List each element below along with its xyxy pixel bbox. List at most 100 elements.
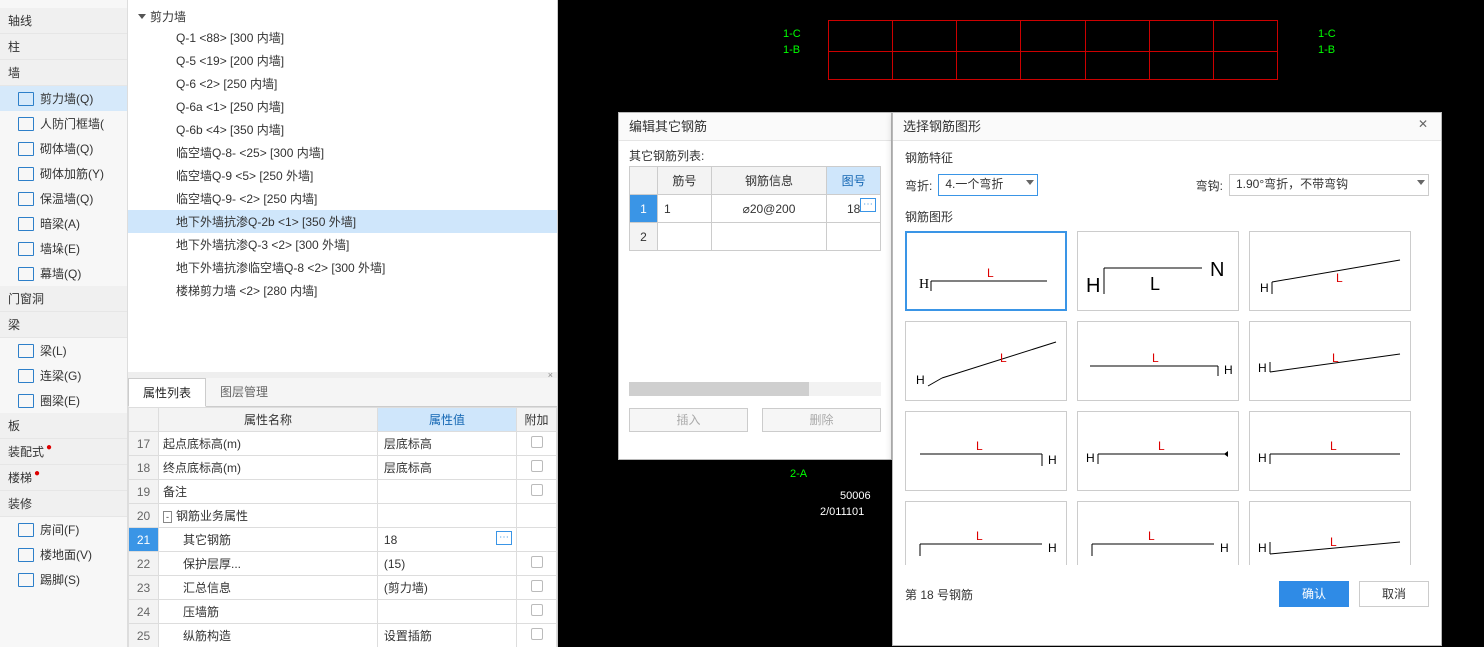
shape-option[interactable]: LH	[1077, 501, 1239, 565]
property-row[interactable]: 18终点底标高(m)层底标高	[129, 456, 557, 480]
sidebar-item-hiddenbeam[interactable]: 暗梁(A)	[0, 211, 127, 236]
chevron-down-icon	[1417, 180, 1425, 185]
prop-tabs: 属性列表 图层管理	[128, 378, 557, 407]
shape-option[interactable]: HL	[1077, 321, 1239, 401]
sidebar-item-pilaster[interactable]: 墙垛(E)	[0, 236, 127, 261]
tree-item[interactable]: 地下外墙抗渗临空墙Q-8 <2> [300 外墙]	[128, 256, 557, 279]
sidebar-item-floor[interactable]: 楼地面(V)	[0, 542, 127, 567]
sidebar-label: 暗梁(A)	[40, 215, 80, 232]
svg-text:H: H	[1258, 541, 1267, 555]
svg-text:L: L	[976, 439, 983, 453]
hook-combo[interactable]: 1.90°弯折，不带弯钩	[1229, 174, 1429, 196]
hook-label: 弯钩:	[1196, 177, 1223, 194]
close-icon[interactable]: ✕	[1413, 117, 1433, 137]
sidebar-item-insulation[interactable]: 保温墙(Q)	[0, 186, 127, 211]
shape-option[interactable]: HL	[1249, 411, 1411, 491]
cancel-button[interactable]: 取消	[1359, 581, 1429, 607]
shape-option[interactable]: HL	[1077, 411, 1239, 491]
cat-axis[interactable]: 轴线	[0, 8, 127, 34]
sidebar-label: 砌体加筋(Y)	[40, 165, 104, 182]
tree-item[interactable]: 临空墙Q-9- <2> [250 内墙]	[128, 187, 557, 210]
cat-wall[interactable]: 墙	[0, 60, 127, 86]
tree-item[interactable]: 临空墙Q-8- <25> [300 内墙]	[128, 141, 557, 164]
tree-item[interactable]: 楼梯剪力墙 <2> [280 内墙]	[128, 279, 557, 302]
cat-column[interactable]: 柱	[0, 34, 127, 60]
sidebar-item-masonry[interactable]: 砌体墙(Q)	[0, 136, 127, 161]
cat-beam[interactable]: 梁	[0, 312, 127, 338]
shape-option[interactable]: HL	[905, 321, 1067, 401]
shape-option[interactable]: HL	[905, 231, 1067, 311]
sidebar-item-ringbeam[interactable]: 圈梁(E)	[0, 388, 127, 413]
tree-item[interactable]: Q-6b <4> [350 内墙]	[128, 118, 557, 141]
tree-item[interactable]: Q-6a <1> [250 内墙]	[128, 95, 557, 118]
more-icon[interactable]: ⋯	[496, 531, 512, 545]
shape-option[interactable]: HL	[1249, 231, 1411, 311]
ok-button[interactable]: 确认	[1279, 581, 1349, 607]
tree-item[interactable]: 临空墙Q-9 <5> [250 外墙]	[128, 164, 557, 187]
sidebar-item-beam[interactable]: 梁(L)	[0, 338, 127, 363]
cat-door[interactable]: 门窗洞	[0, 286, 127, 312]
property-row[interactable]: 17起点底标高(m)层底标高	[129, 432, 557, 456]
h-scrollbar[interactable]	[629, 382, 881, 396]
property-row[interactable]: 24压墙筋	[129, 600, 557, 624]
shape-option[interactable]: HLN	[1077, 231, 1239, 311]
sidebar-item-skirting[interactable]: 踢脚(S)	[0, 567, 127, 592]
component-sidebar: 轴线 柱 墙 剪力墙(Q) 人防门框墙( 砌体墙(Q) 砌体加筋(Y) 保温墙(…	[0, 0, 128, 647]
tab-layers[interactable]: 图层管理	[206, 378, 282, 406]
tree-header[interactable]: 剪力墙	[128, 6, 557, 26]
svg-text:H: H	[1258, 451, 1267, 465]
svg-text:L: L	[1148, 529, 1155, 543]
shape-option[interactable]: LH	[905, 411, 1067, 491]
tree-item[interactable]: Q-6 <2> [250 内墙]	[128, 72, 557, 95]
property-row[interactable]: 20-钢筋业务属性	[129, 504, 557, 528]
rebar-table[interactable]: 筋号钢筋信息图号 11⌀20@20018⋯2	[629, 166, 881, 251]
grid-label: 1-B	[1318, 44, 1335, 56]
shape-option[interactable]: HL	[1249, 501, 1411, 565]
cat-assembly[interactable]: 装配式●	[0, 439, 127, 465]
cat-stair[interactable]: 楼梯●	[0, 465, 127, 491]
sidebar-item-room[interactable]: 房间(F)	[0, 517, 127, 542]
svg-text:L: L	[1150, 274, 1160, 294]
svg-text:H: H	[1048, 453, 1057, 467]
sidebar-label: 房间(F)	[40, 521, 79, 538]
cat-finish[interactable]: 装修	[0, 491, 127, 517]
chevron-down-icon	[1026, 180, 1034, 185]
splitter[interactable]: ×	[128, 372, 557, 378]
shape-option[interactable]: LH	[905, 501, 1067, 565]
svg-text:L: L	[1152, 351, 1159, 365]
sidebar-label: 梁(L)	[40, 342, 67, 359]
svg-text:L: L	[1330, 535, 1337, 549]
svg-text:N: N	[1210, 259, 1224, 281]
sidebar-item-coupling[interactable]: 连梁(G)	[0, 363, 127, 388]
svg-text:H: H	[1086, 451, 1095, 465]
bend-combo[interactable]: 4.一个弯折	[938, 174, 1038, 196]
cat-slab[interactable]: 板	[0, 413, 127, 439]
dialog-title: 编辑其它钢筋	[619, 113, 891, 141]
sidebar-item-defense[interactable]: 人防门框墙(	[0, 111, 127, 136]
sidebar-item-masonry-rebar[interactable]: 砌体加筋(Y)	[0, 161, 127, 186]
property-row[interactable]: 21其它钢筋18⋯	[129, 528, 557, 552]
tree-item[interactable]: 地下外墙抗渗Q-2b <1> [350 外墙]	[128, 210, 557, 233]
sidebar-label: 剪力墙(Q)	[40, 90, 93, 107]
insert-button[interactable]: 插入	[629, 408, 748, 432]
delete-button[interactable]: 删除	[762, 408, 881, 432]
sidebar-item-shearwall[interactable]: 剪力墙(Q)	[0, 86, 127, 111]
tree-header-label: 剪力墙	[150, 8, 186, 25]
component-tree[interactable]: 剪力墙 Q-1 <88> [300 内墙]Q-5 <19> [200 内墙]Q-…	[128, 0, 557, 372]
shape-option[interactable]: HL	[1249, 321, 1411, 401]
sidebar-item-curtain[interactable]: 幕墙(Q)	[0, 261, 127, 286]
property-row[interactable]: 23汇总信息(剪力墙)	[129, 576, 557, 600]
tree-item[interactable]: Q-1 <88> [300 内墙]	[128, 26, 557, 49]
rebar-row[interactable]: 11⌀20@20018⋯	[630, 195, 881, 223]
rebar-row[interactable]: 2	[630, 223, 881, 251]
more-icon[interactable]: ⋯	[860, 198, 876, 212]
property-row[interactable]: 22保护层厚...(15)	[129, 552, 557, 576]
property-row[interactable]: 25纵筋构造设置插筋	[129, 624, 557, 647]
tree-item[interactable]: Q-5 <19> [200 内墙]	[128, 49, 557, 72]
tab-properties[interactable]: 属性列表	[128, 378, 206, 407]
tree-item[interactable]: 地下外墙抗渗Q-3 <2> [300 外墙]	[128, 233, 557, 256]
grid-dim: 2/011101	[820, 506, 864, 518]
property-row[interactable]: 19备注	[129, 480, 557, 504]
feature-label: 钢筋特征	[905, 149, 1429, 166]
col-extra: 附加	[517, 408, 557, 432]
